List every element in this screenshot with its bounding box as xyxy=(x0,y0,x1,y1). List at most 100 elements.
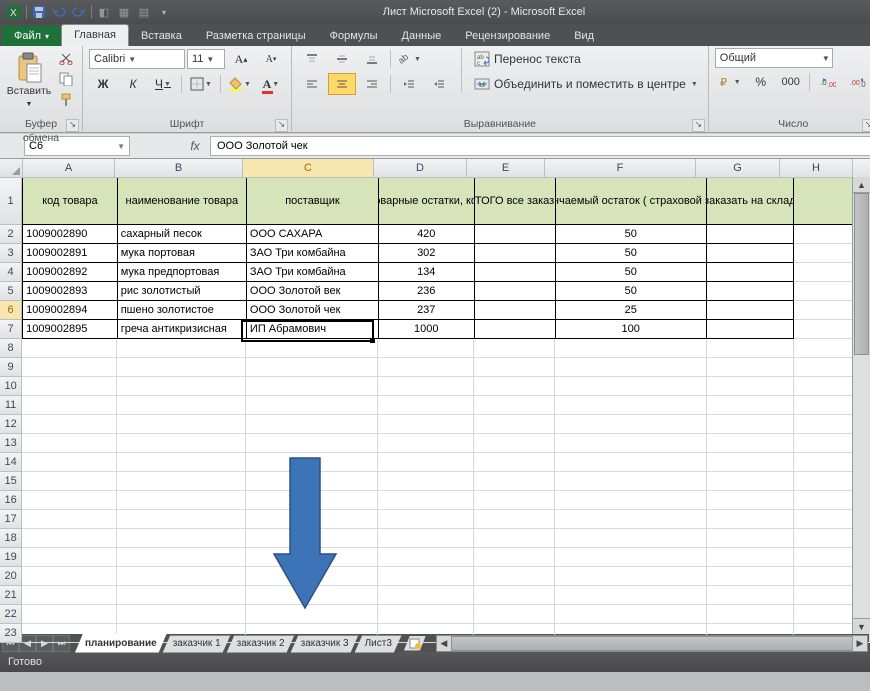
column-header[interactable]: E xyxy=(467,159,545,177)
cell[interactable]: пшено золотистое xyxy=(118,301,247,320)
cell[interactable]: 100 xyxy=(556,320,707,339)
row-header[interactable]: 10 xyxy=(0,377,22,396)
accounting-format-button[interactable]: ₽▼ xyxy=(715,71,745,93)
cell[interactable]: ООО Золотой век xyxy=(247,282,379,301)
cell[interactable]: нескончаемый остаток ( страховой запас) xyxy=(556,178,707,225)
cell[interactable]: 1009002891 xyxy=(22,244,118,263)
formula-bar[interactable]: ООО Золотой чек xyxy=(210,136,870,156)
qat-btn[interactable]: ◧ xyxy=(96,4,112,20)
cell[interactable] xyxy=(707,510,794,529)
number-format-combo[interactable]: Общий▼ xyxy=(715,48,833,68)
cell[interactable]: мука предпортовая xyxy=(118,263,247,282)
comma-button[interactable]: 000 xyxy=(777,71,805,93)
cell[interactable]: мука портовая xyxy=(118,244,247,263)
cell[interactable] xyxy=(117,529,246,548)
cell[interactable] xyxy=(707,605,794,624)
row-header[interactable]: 1 xyxy=(0,178,22,225)
cell[interactable] xyxy=(378,434,474,453)
tab-data[interactable]: Данные xyxy=(390,26,454,46)
cell[interactable] xyxy=(117,491,246,510)
cell[interactable] xyxy=(707,434,794,453)
redo-icon[interactable] xyxy=(71,4,87,20)
cell[interactable] xyxy=(555,415,706,434)
row-header[interactable]: 18 xyxy=(0,529,22,548)
cell[interactable] xyxy=(22,358,117,377)
cell[interactable]: товарные остатки, кор xyxy=(379,178,475,225)
cell[interactable] xyxy=(378,339,474,358)
cell[interactable] xyxy=(475,225,556,244)
cell[interactable]: 302 xyxy=(379,244,475,263)
decrease-indent-button[interactable] xyxy=(395,73,423,95)
worksheet-grid[interactable]: ABCDEFGH 1код товаранаименование товарап… xyxy=(0,159,870,634)
cell[interactable]: ООО Золотой чек xyxy=(247,301,379,320)
sheet-tab[interactable]: заказчик 3 xyxy=(291,635,359,653)
align-right-button[interactable] xyxy=(358,73,386,95)
cell[interactable]: ИП Абрамович xyxy=(247,320,379,339)
cell[interactable]: 134 xyxy=(379,263,475,282)
sheet-tab[interactable]: Лист3 xyxy=(355,635,402,653)
cell[interactable] xyxy=(707,586,794,605)
cell[interactable] xyxy=(22,415,117,434)
cell[interactable] xyxy=(474,377,555,396)
cell[interactable]: 50 xyxy=(556,225,707,244)
underline-button[interactable]: Ч▼ xyxy=(149,73,177,95)
cell[interactable] xyxy=(117,339,246,358)
font-size-combo[interactable]: 11▼ xyxy=(187,49,225,69)
increase-decimal-button[interactable]: .0.00 xyxy=(814,71,842,93)
format-painter-button[interactable] xyxy=(56,90,76,110)
qat-btn[interactable]: ▦ xyxy=(116,4,132,20)
column-header[interactable]: D xyxy=(374,159,467,177)
increase-indent-button[interactable] xyxy=(425,73,453,95)
row-header[interactable]: 6 xyxy=(0,301,22,320)
cell[interactable] xyxy=(555,358,706,377)
cell[interactable] xyxy=(22,510,117,529)
cell[interactable]: сахарный песок xyxy=(118,225,247,244)
cell[interactable] xyxy=(378,567,474,586)
cell[interactable] xyxy=(22,434,117,453)
cell[interactable] xyxy=(117,415,246,434)
cell[interactable] xyxy=(246,396,378,415)
cell[interactable] xyxy=(117,586,246,605)
shrink-font-button[interactable]: A▾ xyxy=(257,48,285,70)
row-header[interactable]: 22 xyxy=(0,605,22,624)
align-middle-button[interactable] xyxy=(328,48,356,70)
cell[interactable]: 50 xyxy=(556,282,707,301)
cell[interactable] xyxy=(378,586,474,605)
cell[interactable] xyxy=(117,434,246,453)
align-top-button[interactable] xyxy=(298,48,326,70)
row-header[interactable]: 2 xyxy=(0,225,22,244)
cell[interactable] xyxy=(378,548,474,567)
cell[interactable] xyxy=(707,472,794,491)
cell[interactable]: ИТОГО все заказы xyxy=(475,178,556,225)
cell[interactable] xyxy=(475,263,556,282)
save-icon[interactable] xyxy=(31,4,47,20)
row-header[interactable]: 12 xyxy=(0,415,22,434)
cell[interactable] xyxy=(22,605,117,624)
qat-dropdown-icon[interactable]: ▾ xyxy=(156,4,172,20)
cell[interactable] xyxy=(22,377,117,396)
cell[interactable] xyxy=(707,548,794,567)
scroll-up-icon[interactable]: ▲ xyxy=(853,177,870,193)
cell[interactable]: 25 xyxy=(556,301,707,320)
cell[interactable]: 237 xyxy=(379,301,475,320)
cell[interactable] xyxy=(22,453,117,472)
cell[interactable] xyxy=(246,377,378,396)
align-bottom-button[interactable] xyxy=(358,48,386,70)
cell[interactable] xyxy=(378,396,474,415)
align-center-button[interactable] xyxy=(328,73,356,95)
cell[interactable]: 50 xyxy=(556,244,707,263)
row-header[interactable]: 7 xyxy=(0,320,22,339)
cell[interactable] xyxy=(378,377,474,396)
cell[interactable] xyxy=(22,586,117,605)
scroll-down-icon[interactable]: ▼ xyxy=(853,618,870,634)
grow-font-button[interactable]: A▴ xyxy=(227,48,255,70)
cell[interactable] xyxy=(707,244,794,263)
cell[interactable] xyxy=(117,567,246,586)
cell[interactable] xyxy=(246,339,378,358)
scrollbar-thumb[interactable] xyxy=(854,193,869,355)
row-header[interactable]: 9 xyxy=(0,358,22,377)
orientation-button[interactable]: ab▼ xyxy=(395,48,425,70)
cell[interactable] xyxy=(707,567,794,586)
cell[interactable] xyxy=(555,567,706,586)
row-header[interactable]: 4 xyxy=(0,263,22,282)
